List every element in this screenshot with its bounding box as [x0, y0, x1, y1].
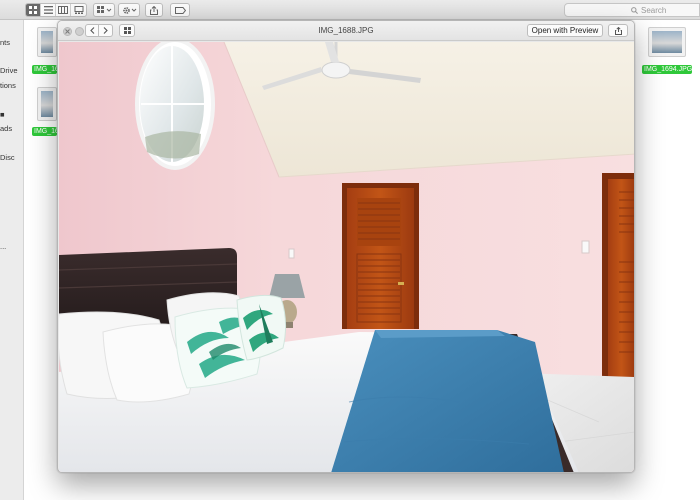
search-field[interactable]: Search	[564, 3, 700, 17]
icon-view-icon[interactable]	[26, 4, 41, 16]
sidebar-item-downloads[interactable]: ads	[0, 124, 12, 133]
file-thumbnail[interactable]	[37, 27, 57, 57]
edit-tags-button[interactable]	[170, 3, 190, 17]
next-button[interactable]	[99, 24, 113, 37]
bedroom-photo	[59, 42, 634, 472]
list-view-icon[interactable]	[41, 4, 56, 16]
index-sheet-button[interactable]	[119, 24, 135, 37]
gallery-view-icon[interactable]	[71, 4, 86, 16]
sidebar-item-remote-disc[interactable]: Disc	[0, 153, 15, 162]
close-button[interactable]	[63, 27, 72, 36]
column-view-icon[interactable]	[56, 4, 71, 16]
sidebar-item-more[interactable]: ...	[0, 242, 6, 251]
view-mode-segmented-control[interactable]	[25, 3, 87, 17]
fullscreen-button[interactable]	[75, 27, 84, 36]
grid-icon	[123, 27, 131, 34]
quicklook-titlebar: IMG_1688.JPG Open with Preview	[58, 21, 634, 41]
search-icon	[631, 6, 638, 14]
finder-sidebar: nts Drive tions ■ ads Disc ...	[0, 20, 24, 500]
sidebar-item-drive[interactable]: Drive	[0, 66, 18, 75]
file-name-label[interactable]: IMG_1694.JPG	[642, 65, 692, 74]
sidebar-item-documents[interactable]: nts	[0, 38, 10, 47]
arrange-menu-button[interactable]	[93, 3, 115, 17]
quicklook-window: IMG_1688.JPG Open with Preview	[57, 20, 635, 473]
chevron-right-icon	[103, 27, 108, 34]
share-icon	[614, 26, 622, 35]
file-name-label[interactable]: IMG_1685.JPG	[32, 127, 57, 136]
open-with-preview-button[interactable]: Open with Preview	[527, 24, 603, 37]
sidebar-item-applications[interactable]: tions	[0, 81, 16, 90]
search-placeholder: Search	[641, 5, 667, 15]
file-thumbnail[interactable]	[37, 87, 57, 121]
file-name-label[interactable]: IMG_1684.JPG	[32, 65, 57, 74]
image-preview[interactable]	[59, 42, 634, 472]
action-gear-menu-button[interactable]	[118, 3, 140, 17]
chevron-left-icon	[89, 27, 94, 34]
previous-button[interactable]	[85, 24, 99, 37]
share-button[interactable]	[145, 3, 163, 17]
quicklook-share-button[interactable]	[608, 24, 628, 37]
finder-toolbar: Search	[0, 0, 700, 20]
file-thumbnail[interactable]	[648, 27, 686, 57]
sidebar-item-recents[interactable]: ■	[0, 110, 5, 119]
close-icon	[65, 29, 70, 34]
